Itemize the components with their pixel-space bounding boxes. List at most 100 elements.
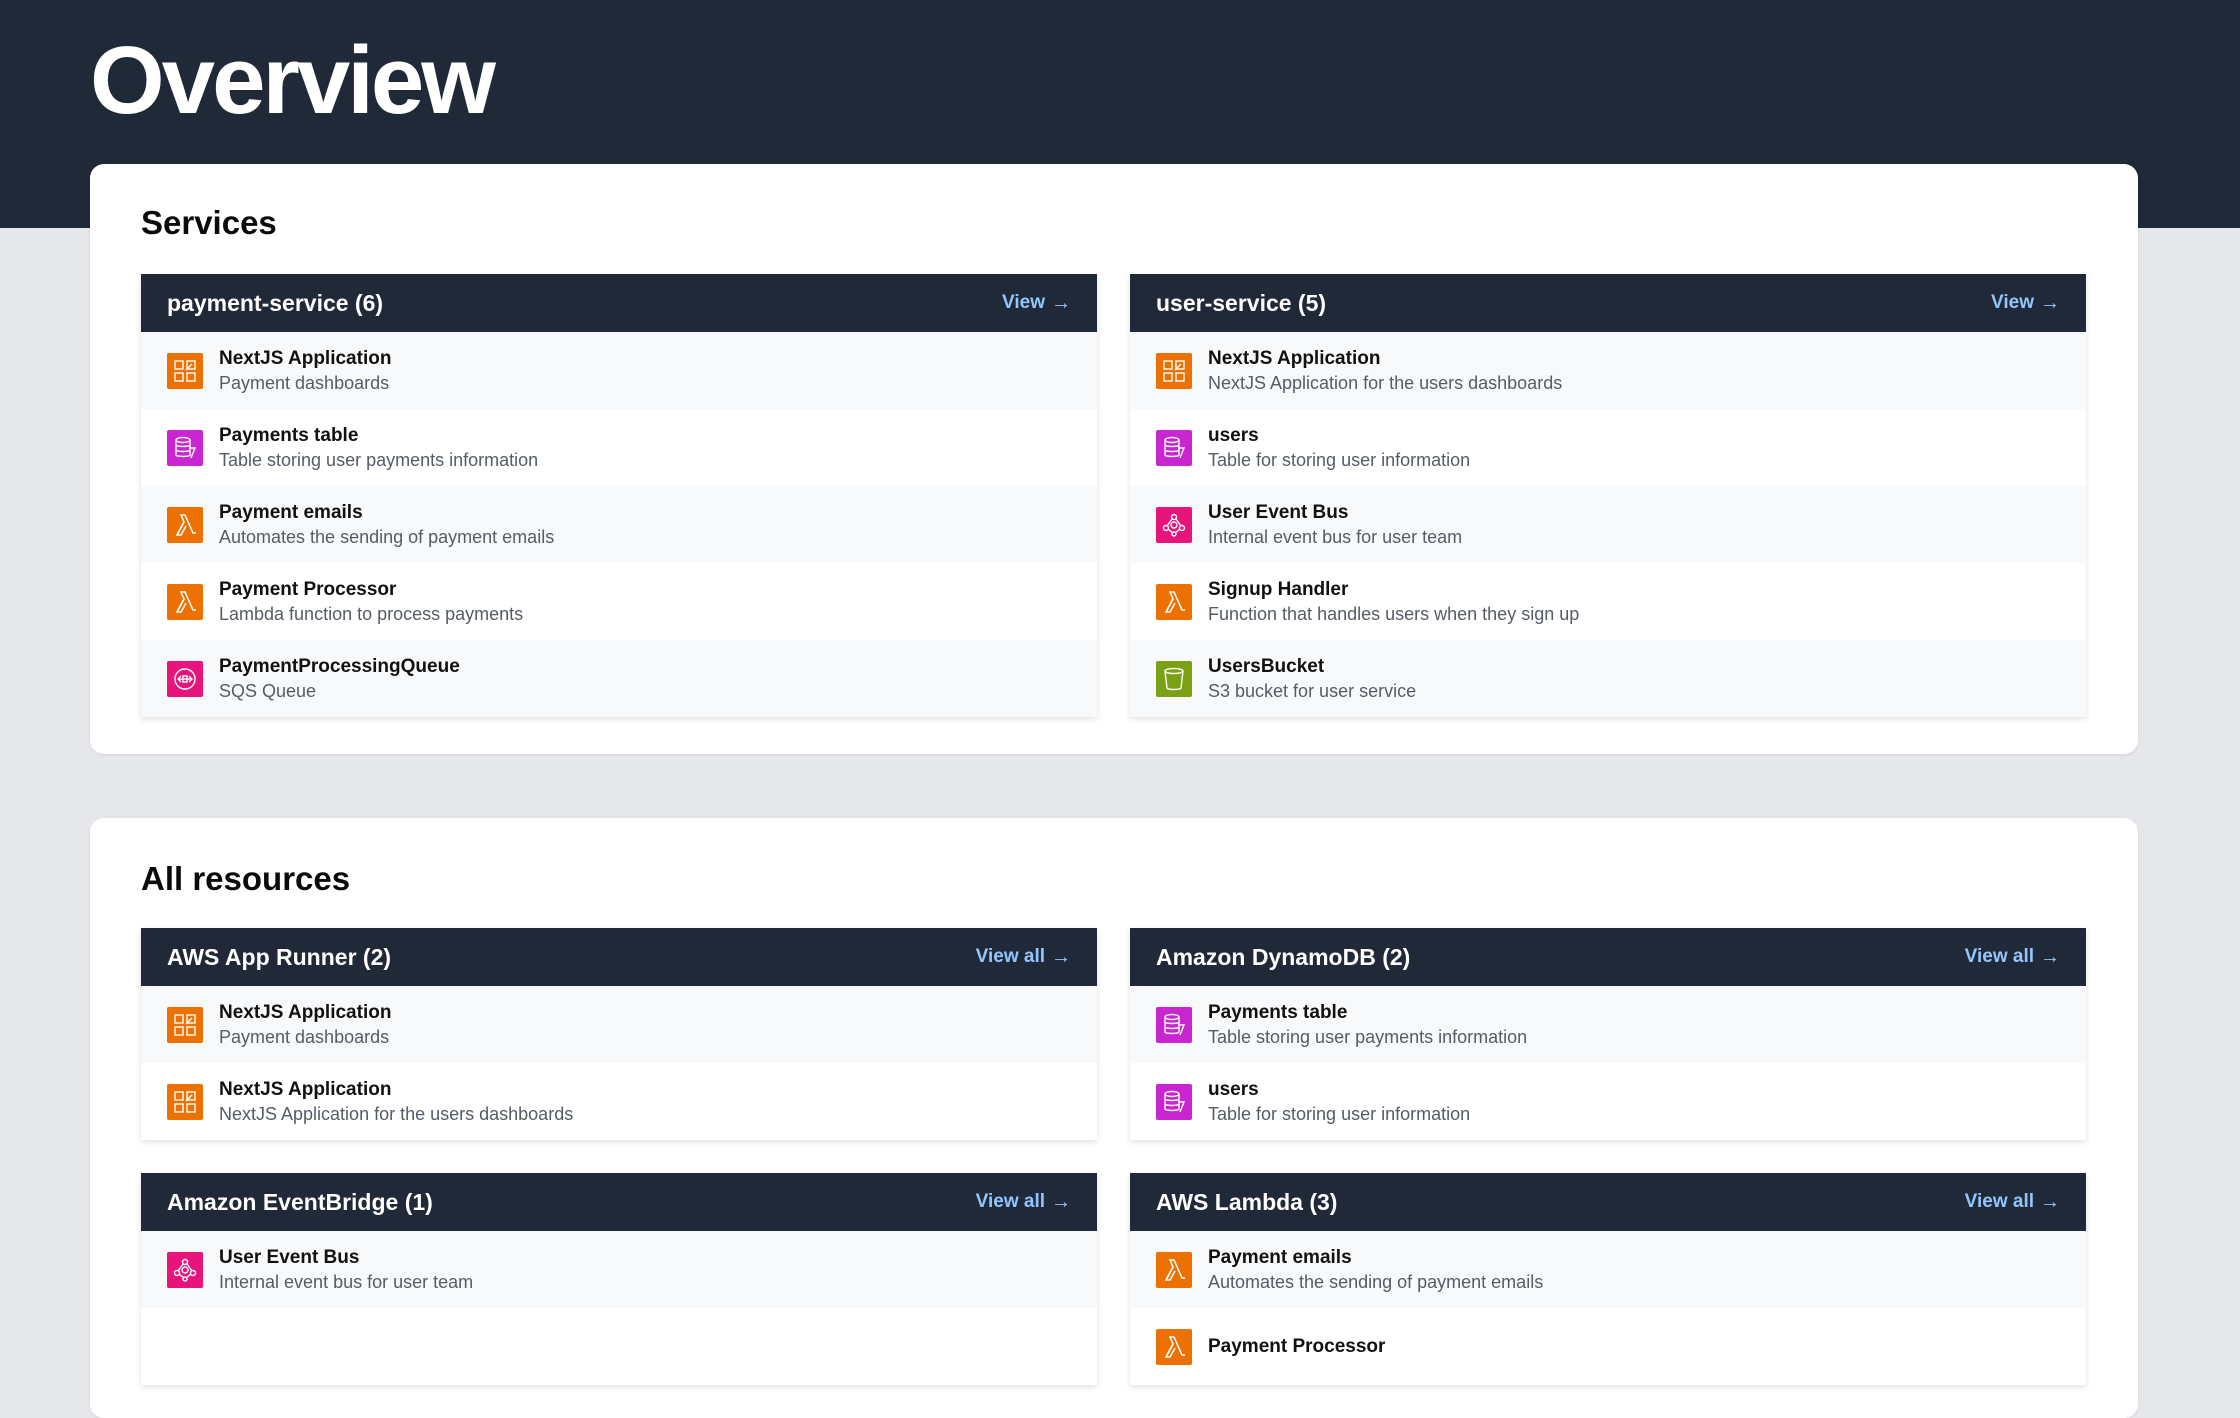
item-name: Payment emails bbox=[1208, 1246, 1352, 1268]
list-item[interactable]: User Event Bus Internal event bus for use… bbox=[1130, 486, 2086, 563]
item-description: Automates the sending of payment emails bbox=[219, 526, 555, 547]
list-item[interactable]: Payments table Table storing user payment… bbox=[1130, 986, 2086, 1063]
view-all-link[interactable]: View all → bbox=[1965, 946, 2060, 969]
item-description: Table for storing user information bbox=[1208, 449, 1471, 470]
card-header: Amazon EventBridge (1) View all → bbox=[141, 1173, 1097, 1231]
list-item[interactable]: users Table for storing user information bbox=[1130, 409, 2086, 486]
service-card-payment: payment-service (6) View → NextJS Applica… bbox=[141, 274, 1097, 717]
dynamodb-icon bbox=[1156, 1006, 1192, 1043]
item-description: Table storing user payments information bbox=[219, 449, 539, 470]
item-description: Payment dashboards bbox=[219, 1026, 390, 1047]
item-description: Automates the sending of payment emails bbox=[1208, 1271, 1544, 1292]
list-item[interactable]: NextJS Application Payment dashboards bbox=[141, 986, 1097, 1063]
arrow-right-icon: → bbox=[1051, 291, 1071, 314]
item-description: Internal event bus for user team bbox=[219, 1271, 474, 1292]
list-item[interactable]: Payment Processor bbox=[1130, 1308, 2086, 1385]
list-item[interactable]: Payment Processor Lambda function to proc… bbox=[141, 563, 1097, 640]
card-header: payment-service (6) View → bbox=[141, 274, 1097, 332]
item-description: Table storing user payments information bbox=[1208, 1026, 1528, 1047]
eventbridge-icon bbox=[167, 1251, 203, 1288]
item-description: SQS Queue bbox=[219, 680, 317, 701]
list-item[interactable]: users Table for storing user information bbox=[1130, 1063, 2086, 1140]
item-name: Payments table bbox=[1208, 1001, 1348, 1023]
dynamodb-icon bbox=[1156, 429, 1192, 466]
card-title: payment-service (6) bbox=[167, 289, 384, 316]
item-name: users bbox=[1208, 424, 1259, 446]
resources-panel: All resources AWS App Runner (2) View al… bbox=[90, 818, 2138, 1418]
lambda-icon bbox=[167, 506, 203, 543]
apprunner-icon bbox=[167, 1006, 203, 1043]
list-item[interactable]: Payments table Table storing user payment… bbox=[141, 409, 1097, 486]
view-service-link[interactable]: View → bbox=[1002, 292, 1071, 315]
resource-card-lambda: AWS Lambda (3) View all → Payment emails A… bbox=[1130, 1173, 2086, 1385]
services-panel: Services payment-service (6) View → NextJ… bbox=[90, 164, 2138, 754]
service-card-user: user-service (5) View → NextJS Applicatio… bbox=[1130, 274, 2086, 717]
item-description: NextJS Application for the users dashboa… bbox=[219, 1103, 574, 1124]
sqs-icon bbox=[167, 660, 203, 697]
arrow-right-icon: → bbox=[2040, 291, 2060, 314]
list-item[interactable]: NextJS Application Payment dashboards bbox=[141, 332, 1097, 409]
item-name: NextJS Application bbox=[219, 347, 392, 369]
item-description: Payment dashboards bbox=[219, 372, 390, 393]
lambda-icon bbox=[1156, 1251, 1192, 1288]
view-all-link[interactable]: View all → bbox=[976, 1191, 1071, 1214]
dynamodb-icon bbox=[167, 429, 203, 466]
arrow-right-icon: → bbox=[1051, 1190, 1071, 1213]
list-item[interactable]: Payment emails Automates the sending of p… bbox=[1130, 1231, 2086, 1308]
item-name: Payment emails bbox=[219, 501, 363, 523]
card-title: user-service (5) bbox=[1156, 289, 1327, 316]
card-title: AWS App Runner (2) bbox=[167, 943, 392, 970]
apprunner-icon bbox=[167, 352, 203, 389]
card-header: AWS App Runner (2) View all → bbox=[141, 928, 1097, 986]
view-service-link[interactable]: View → bbox=[1991, 292, 2060, 315]
eventbridge-icon bbox=[1156, 506, 1192, 543]
lambda-icon bbox=[1156, 1328, 1192, 1365]
item-description: Function that handles users when they si… bbox=[1208, 603, 1580, 624]
card-header: user-service (5) View → bbox=[1130, 274, 2086, 332]
card-title: Amazon DynamoDB (2) bbox=[1156, 943, 1411, 970]
list-item[interactable]: User Event Bus Internal event bus for use… bbox=[141, 1231, 1097, 1308]
arrow-right-icon: → bbox=[2040, 945, 2060, 968]
list-item[interactable]: NextJS Application NextJS Application for… bbox=[1130, 332, 2086, 409]
item-name: NextJS Application bbox=[1208, 347, 1381, 369]
item-name: UsersBucket bbox=[1208, 655, 1325, 677]
arrow-right-icon: → bbox=[2040, 1190, 2060, 1213]
item-name: PaymentProcessingQueue bbox=[219, 655, 460, 677]
dynamodb-icon bbox=[1156, 1083, 1192, 1120]
item-description: Internal event bus for user team bbox=[1208, 526, 1463, 547]
card-header: Amazon DynamoDB (2) View all → bbox=[1130, 928, 2086, 986]
item-name: NextJS Application bbox=[219, 1078, 392, 1100]
arrow-right-icon: → bbox=[1051, 945, 1071, 968]
card-title: AWS Lambda (3) bbox=[1156, 1188, 1338, 1215]
item-name: users bbox=[1208, 1078, 1259, 1100]
item-name: User Event Bus bbox=[219, 1246, 360, 1268]
lambda-icon bbox=[167, 583, 203, 620]
item-description: Lambda function to process payments bbox=[219, 603, 524, 624]
resources-title: All resources bbox=[141, 860, 351, 897]
item-description: NextJS Application for the users dashboa… bbox=[1208, 372, 1563, 393]
apprunner-icon bbox=[1156, 352, 1192, 389]
list-item[interactable]: UsersBucket S3 bucket for user service bbox=[1130, 640, 2086, 717]
s3-icon bbox=[1156, 660, 1192, 697]
lambda-icon bbox=[1156, 583, 1192, 620]
item-name: Payment Processor bbox=[219, 578, 397, 600]
services-title: Services bbox=[141, 204, 277, 241]
item-name: Payments table bbox=[219, 424, 359, 446]
list-item[interactable]: Payment emails Automates the sending of p… bbox=[141, 486, 1097, 563]
item-description: Table for storing user information bbox=[1208, 1103, 1471, 1124]
empty-row bbox=[141, 1308, 1097, 1385]
list-item[interactable]: PaymentProcessingQueue SQS Queue bbox=[141, 640, 1097, 717]
card-title: Amazon EventBridge (1) bbox=[167, 1188, 433, 1215]
list-item[interactable]: Signup Handler Function that handles user… bbox=[1130, 563, 2086, 640]
view-all-link[interactable]: View all → bbox=[976, 946, 1071, 969]
resource-card-apprunner: AWS App Runner (2) View all → NextJS Appl… bbox=[141, 928, 1097, 1140]
apprunner-icon bbox=[167, 1083, 203, 1120]
view-all-link[interactable]: View all → bbox=[1965, 1191, 2060, 1214]
item-description: S3 bucket for user service bbox=[1208, 680, 1417, 701]
resource-card-dynamodb: Amazon DynamoDB (2) View all → Payments t… bbox=[1130, 928, 2086, 1140]
page-title: Overview bbox=[90, 27, 496, 134]
item-name: Signup Handler bbox=[1208, 578, 1349, 600]
item-name: User Event Bus bbox=[1208, 501, 1349, 523]
resource-card-eventbridge: Amazon EventBridge (1) View all → User Ev… bbox=[141, 1173, 1097, 1385]
list-item[interactable]: NextJS Application NextJS Application for… bbox=[141, 1063, 1097, 1140]
